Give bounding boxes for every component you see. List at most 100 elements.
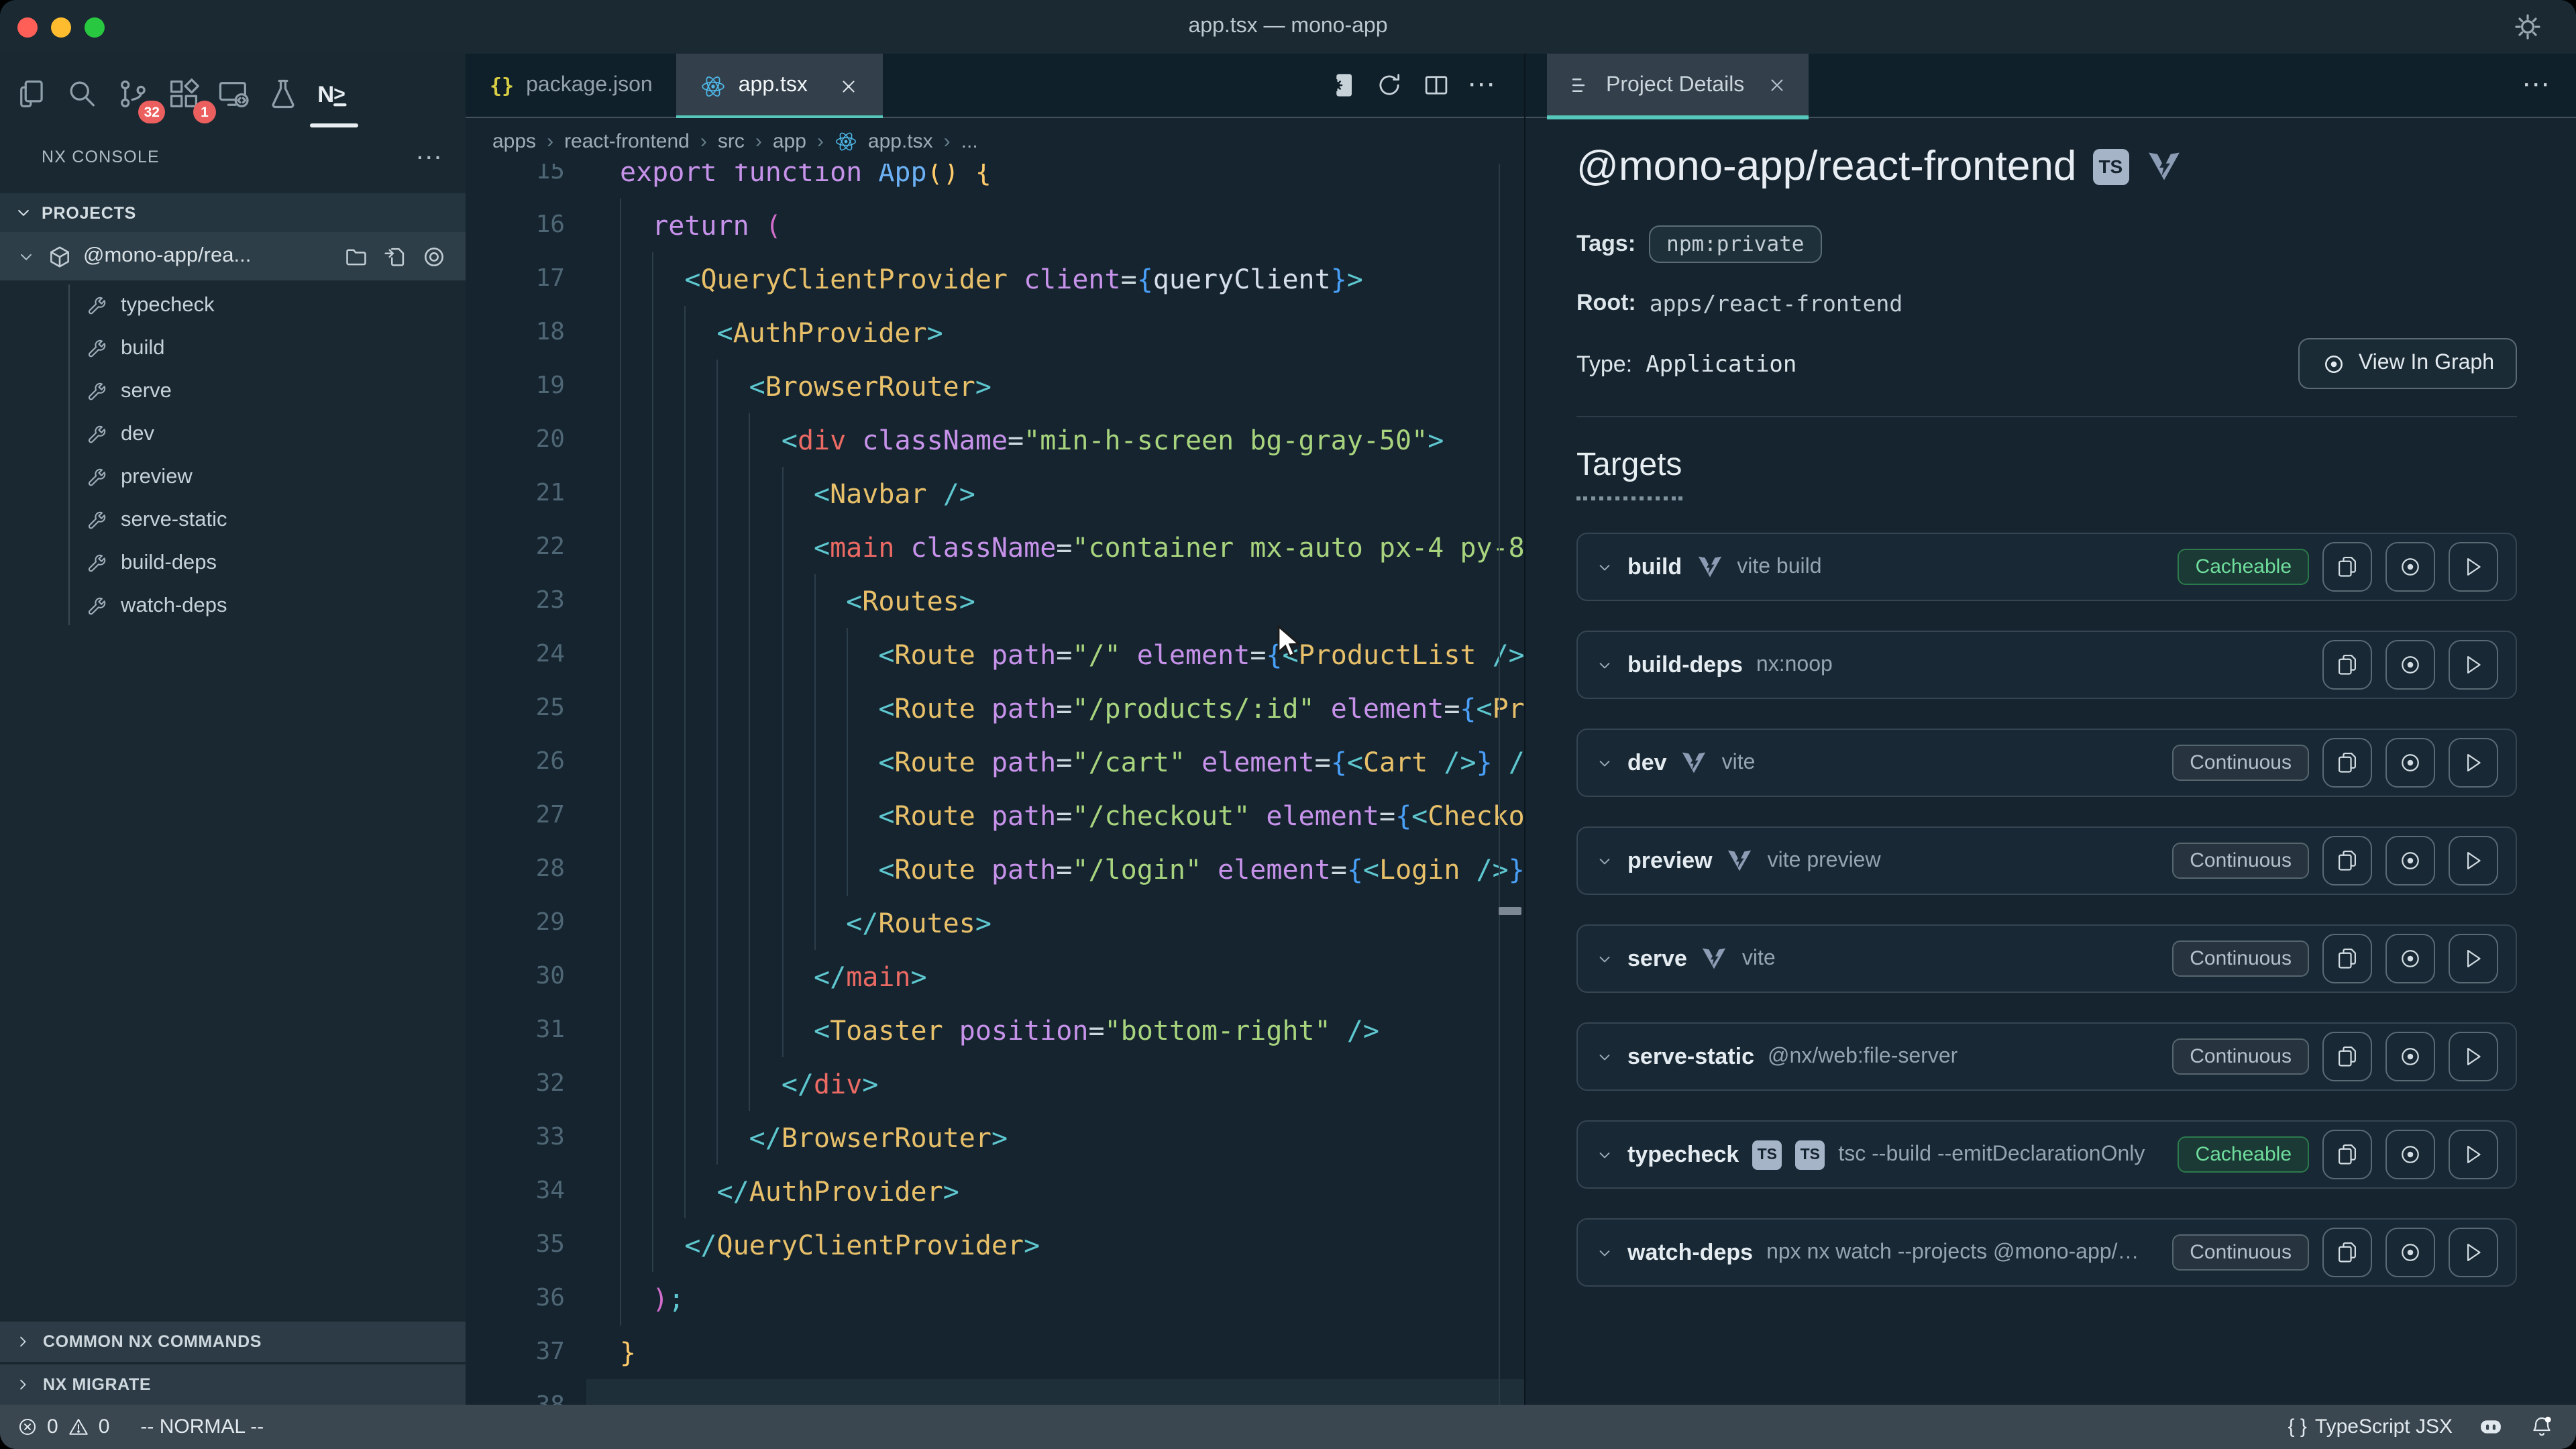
breadcrumb-item[interactable]: apps [492, 129, 536, 152]
tab-project-details[interactable]: Project Details [1547, 53, 1809, 117]
chevron-down-icon[interactable] [1595, 1047, 1614, 1066]
problems-errors[interactable]: 0 [16, 1415, 58, 1438]
breadcrumb-item[interactable]: react-frontend [564, 129, 690, 152]
copy-button[interactable] [2322, 1130, 2372, 1179]
target-card-typecheck[interactable]: typecheckTSTStsc --build --emitDeclarati… [1576, 1120, 2517, 1189]
copy-button[interactable] [2322, 1032, 2372, 1081]
target-card-serve[interactable]: serveviteContinuous [1576, 924, 2517, 993]
target-card-build[interactable]: buildvite buildCacheable [1576, 533, 2517, 601]
breadcrumb-more[interactable]: ... [961, 129, 978, 152]
more-actions-icon[interactable]: ··· [2524, 74, 2552, 97]
activity-nx-console-nx-icon[interactable]: N> [313, 74, 353, 114]
activity-explorer-files-icon[interactable] [12, 74, 52, 114]
copy-button[interactable] [2322, 836, 2372, 885]
badge-count: 32 [139, 101, 165, 123]
target-command: vite [1722, 751, 1756, 775]
chevron-down-icon[interactable] [1595, 851, 1614, 870]
chevron-down-icon[interactable] [1595, 753, 1614, 772]
sidebar-panel-title-label: NX CONSOLE [42, 148, 160, 166]
copy-button[interactable] [2322, 640, 2372, 690]
language-mode[interactable]: { } TypeScript JSX [2288, 1415, 2453, 1438]
svg-text:N: N [317, 82, 334, 107]
target-card-build-deps[interactable]: build-depsnx:noop [1576, 631, 2517, 699]
tree-item-watch-deps[interactable]: watch-deps [0, 585, 466, 628]
copilot-icon[interactable] [2477, 1413, 2505, 1441]
project-row[interactable]: @mono-app/rea... [0, 232, 466, 280]
target-card-serve-static[interactable]: serve-static@nx/web:file-serverContinuou… [1576, 1022, 2517, 1091]
run-target-button[interactable] [2449, 1032, 2498, 1081]
activity-extensions-extensions-icon[interactable]: 1 [164, 74, 204, 114]
run-target-button[interactable] [2449, 1228, 2498, 1277]
breadcrumb-item[interactable]: app.tsx [868, 129, 933, 152]
open-settings-icon[interactable] [1328, 71, 1356, 99]
more-actions-icon[interactable]: ··· [1469, 74, 1497, 97]
run-target-button[interactable] [2449, 640, 2498, 690]
gear-icon[interactable] [2512, 11, 2544, 43]
view-in-graph-button[interactable] [2385, 1228, 2435, 1277]
activity-testing-beaker-icon[interactable] [263, 74, 303, 114]
line-number: 32 [466, 1057, 565, 1111]
close-icon[interactable] [1767, 75, 1787, 95]
run-target-button[interactable] [2449, 934, 2498, 983]
tree-item-typecheck[interactable]: typecheck [0, 284, 466, 327]
run-target-button[interactable] [2449, 836, 2498, 885]
badge-count: 1 [193, 101, 216, 123]
view-in-graph-button[interactable] [2385, 934, 2435, 983]
chevron-down-icon[interactable] [1595, 1243, 1614, 1262]
sidebar-section-common-nx-commands[interactable]: COMMON NX COMMANDS [0, 1320, 466, 1362]
target-icon[interactable] [421, 244, 447, 269]
view-in-graph-button[interactable] [2385, 640, 2435, 690]
activity-source-control-source-control-icon[interactable]: 32 [113, 74, 153, 114]
view-in-graph-button[interactable]: View In Graph [2298, 338, 2517, 389]
problems-warnings[interactable]: 0 [68, 1415, 110, 1438]
more-actions-icon[interactable]: ··· [417, 146, 444, 168]
code-line-37: 37} [466, 1326, 1524, 1379]
copy-button[interactable] [2322, 542, 2372, 592]
tree-item-build[interactable]: build [0, 327, 466, 370]
refresh-icon[interactable] [1375, 71, 1403, 99]
view-in-graph-button[interactable] [2385, 836, 2435, 885]
activity-remote-explorer-remote-icon[interactable] [213, 74, 254, 114]
run-target-button[interactable] [2449, 542, 2498, 592]
breadcrumb-item[interactable]: app [773, 129, 806, 152]
target-name: build [1627, 553, 1682, 580]
copy-button[interactable] [2322, 934, 2372, 983]
chevron-down-icon[interactable] [1595, 1145, 1614, 1164]
folder-icon[interactable] [343, 244, 369, 269]
view-in-graph-button[interactable] [2385, 738, 2435, 788]
tree-item-preview[interactable]: preview [0, 456, 466, 499]
view-in-graph-button[interactable] [2385, 542, 2435, 592]
editor-tab-package.json[interactable]: {}package.json [466, 54, 677, 118]
breadcrumb[interactable]: apps›react-frontend›src›app›app.tsx›... [466, 118, 1524, 164]
copy-button[interactable] [2322, 738, 2372, 788]
chevron-down-icon[interactable] [1595, 949, 1614, 968]
chevron-down-icon[interactable] [1595, 655, 1614, 674]
bell-icon[interactable] [2529, 1414, 2555, 1440]
view-in-graph-button[interactable] [2385, 1130, 2435, 1179]
target-card-watch-deps[interactable]: watch-depsnpx nx watch --projects @mono-… [1576, 1218, 2517, 1287]
projects-section-header[interactable]: PROJECTS [0, 193, 466, 232]
chevron-down-icon[interactable] [1595, 557, 1614, 576]
editor-tab-app.tsx[interactable]: app.tsx [677, 54, 883, 118]
target-command: npx nx watch --projects @mono-app/r… [1766, 1240, 2145, 1265]
target-card-preview[interactable]: previewvite previewContinuous [1576, 826, 2517, 895]
breadcrumb-item[interactable]: src [718, 129, 745, 152]
tree-item-build-deps[interactable]: build-deps [0, 542, 466, 585]
tree-item-serve-static[interactable]: serve-static [0, 499, 466, 542]
tree-item-dev[interactable]: dev [0, 413, 466, 456]
tree-item-serve[interactable]: serve [0, 370, 466, 413]
view-in-graph-button[interactable] [2385, 1032, 2435, 1081]
run-target-button[interactable] [2449, 738, 2498, 788]
run-target-button[interactable] [2449, 1130, 2498, 1179]
overview-ruler-cursor-marker [1499, 907, 1521, 915]
file-move-icon[interactable] [382, 244, 408, 269]
split-editor-icon[interactable] [1422, 71, 1450, 99]
activity-search-search-icon[interactable] [62, 74, 102, 114]
react-icon [835, 129, 857, 152]
panel-content: @mono-app/react-frontend TS Tags: npm:pr… [1525, 118, 2576, 1405]
copy-button[interactable] [2322, 1228, 2372, 1277]
sidebar-section-nx-migrate[interactable]: NX MIGRATE [0, 1363, 466, 1405]
code-editor[interactable]: 15export function App() {16 return (17 <… [466, 164, 1524, 1405]
close-icon[interactable] [839, 76, 859, 96]
target-card-dev[interactable]: devviteContinuous [1576, 729, 2517, 797]
